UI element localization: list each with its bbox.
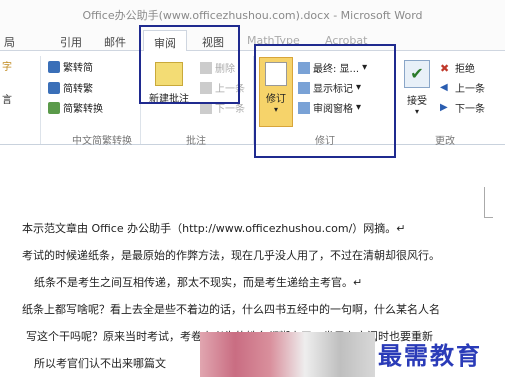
doc-line: 纸条上都写啥呢？看上去全是些不着边的话，什么四书五经中的一句啊，什么某名人名 (22, 303, 440, 316)
ribbon-separator (40, 56, 41, 144)
reject-icon: ✖ (440, 61, 450, 75)
prev-change-button[interactable]: ◀ 上一条 (440, 80, 485, 96)
left-item-2[interactable]: 言 (2, 91, 12, 106)
window-title: Office办公助手(www.officezhushou.com).docx -… (82, 9, 423, 22)
next-change-icon: ▶ (440, 101, 448, 113)
blurred-region (200, 332, 375, 377)
reject-label: 拒绝 (455, 64, 475, 75)
simp-to-trad-button[interactable]: 简转繁 (48, 80, 93, 95)
next-change-label: 下一条 (455, 104, 485, 115)
highlight-box-review-tab (139, 25, 240, 104)
doc-line: 考试的时候递纸条，是最原始的作弊方法，现在几乎没人用了，不过在清朝却很风行。 (22, 249, 440, 262)
accept-button[interactable]: ✔ 接受 ▾ (400, 60, 434, 116)
trad-to-simp-label: 繁转简 (63, 63, 93, 74)
tab-references[interactable]: 引用 (60, 34, 82, 50)
prev-change-label: 上一条 (455, 84, 485, 95)
prev-change-icon: ◀ (440, 81, 448, 93)
title-bar: Office办公助手(www.officezhushou.com).docx -… (0, 0, 505, 26)
trad-to-simp-button[interactable]: 繁转简 (48, 59, 93, 74)
group-label-chinese: 中文简繁转换 (72, 136, 132, 147)
simp-to-trad-label: 简转繁 (63, 84, 93, 95)
reject-button[interactable]: ✖ 拒绝 (440, 60, 475, 76)
accept-dropdown-icon[interactable]: ▾ (400, 107, 434, 116)
margin-marker (484, 187, 493, 218)
simp-to-trad-icon (48, 81, 60, 94)
watermark-logo: 最需教育 (378, 341, 482, 370)
next-change-button[interactable]: ▶ 下一条 (440, 100, 485, 116)
tab-layout[interactable]: 局 (4, 34, 15, 50)
group-label-comments: 批注 (186, 136, 206, 147)
accept-label: 接受 (407, 96, 427, 107)
doc-line: 所以考官们认不出来哪篇文 (34, 357, 166, 370)
group-label-changes: 更改 (435, 136, 455, 147)
left-item-1[interactable]: 字 (2, 58, 12, 73)
convert-icon (48, 101, 60, 114)
doc-line: 本示范文章由 Office 办公助手（http://www.officezhus… (22, 222, 406, 235)
tab-mailings[interactable]: 邮件 (104, 34, 126, 50)
ribbon-tabs: 局 引用 邮件 审阅 视图 MathType Acrobat (0, 26, 505, 56)
trad-to-simp-icon (48, 60, 60, 73)
accept-icon: ✔ (404, 60, 430, 88)
convert-button[interactable]: 简繁转换 (48, 100, 103, 115)
doc-line: 纸条不是考生之间互相传递，那太不现实，而是考生递给主考官。↵ (34, 276, 363, 289)
convert-label: 简繁转换 (63, 104, 103, 115)
highlight-box-tracking-group (254, 44, 396, 158)
